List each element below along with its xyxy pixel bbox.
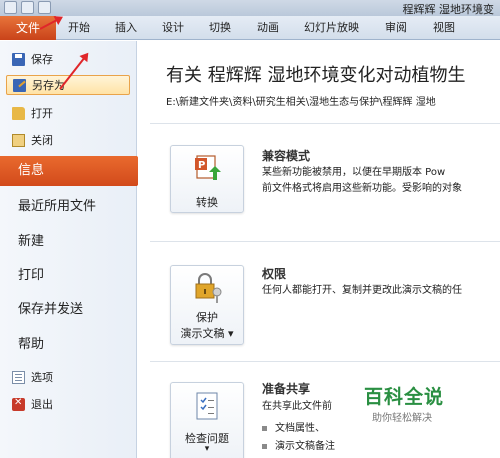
ribbon-tab-bar: 文件 开始 插入 设计 切换 动画 幻灯片放映 审阅 视图 — [0, 16, 500, 40]
nav-tab-print[interactable]: 打印 — [0, 261, 137, 291]
list-item: 文档属性、 — [262, 419, 325, 434]
save-icon — [12, 52, 25, 66]
bullet-icon — [262, 443, 267, 449]
window-title: 程辉辉 湿地环境变 — [402, 3, 495, 16]
tab-review[interactable]: 审阅 — [385, 16, 407, 40]
divider — [150, 241, 500, 242]
open-folder-icon — [12, 106, 25, 120]
nav-tab-help[interactable]: 帮助 — [0, 330, 137, 360]
close-command[interactable]: 关闭 — [6, 130, 130, 150]
document-path: E:\新建文件夹\资料\研究生相关\湿地生态与保护\程辉辉 湿地 — [166, 97, 436, 108]
save-icon[interactable] — [4, 1, 17, 14]
tab-animations[interactable]: 动画 — [257, 16, 279, 40]
save-command[interactable]: 保存 — [6, 49, 130, 69]
open-command[interactable]: 打开 — [6, 103, 130, 123]
tab-design[interactable]: 设计 — [162, 16, 184, 40]
exit-command[interactable]: 退出 — [6, 394, 130, 414]
title-bar: 程辉辉 湿地环境变 — [0, 0, 500, 16]
tab-insert[interactable]: 插入 — [115, 16, 137, 40]
close-document-icon — [12, 133, 25, 147]
watermark-title: 百科全说 — [364, 386, 445, 408]
exit-icon — [12, 397, 25, 411]
options-icon — [12, 370, 25, 384]
divider — [150, 361, 500, 362]
nav-tab-recent[interactable]: 最近所用文件 — [0, 192, 137, 222]
permissions-heading: 权限 — [262, 267, 287, 281]
prepare-sharing-text: 在共享此文件前 — [262, 401, 332, 412]
watermark-subtitle: 助你轻松解决 — [372, 413, 432, 424]
convert-button[interactable]: P 转换 — [170, 145, 244, 213]
compatibility-heading: 兼容模式 — [262, 149, 311, 163]
quick-access-toolbar — [4, 1, 51, 14]
backstage-nav: 保存 另存为 打开 关闭 信息 最近所用文件 新建 打印 保存并发送 帮助 选项… — [0, 41, 149, 458]
check-for-issues-button[interactable]: 检查问题 ▾ — [170, 382, 244, 458]
permissions-text: 任何人都能打开、复制并更改此演示文稿的任 — [262, 285, 462, 296]
bullet-icon — [262, 425, 267, 431]
checklist-icon — [196, 392, 218, 420]
compatibility-text-2: 前文件格式将启用这些新功能。受影响的对象 — [262, 183, 462, 194]
divider — [150, 123, 500, 124]
compatibility-text-1: 某些新功能被禁用，以便在早期版本 Pow — [262, 167, 446, 178]
nav-tab-info[interactable]: 信息 — [0, 156, 149, 186]
save-as-icon — [13, 78, 26, 92]
prepare-sharing-heading: 准备共享 — [262, 382, 311, 396]
list-item: 演示文稿备注 — [262, 437, 335, 452]
document-title: 有关 程辉辉 湿地环境变化对动植物生 — [166, 65, 466, 86]
lock-key-icon — [195, 273, 222, 303]
nav-tab-new[interactable]: 新建 — [0, 227, 137, 257]
svg-text:P: P — [198, 160, 205, 171]
redo-icon[interactable] — [38, 1, 51, 14]
nav-tab-save-send[interactable]: 保存并发送 — [0, 295, 137, 325]
tab-file[interactable]: 文件 — [0, 16, 56, 40]
watermark: 百科全说 助你轻松解决 — [364, 382, 474, 424]
tab-slideshow[interactable]: 幻灯片放映 — [304, 16, 359, 40]
options-command[interactable]: 选项 — [6, 367, 130, 387]
tab-transitions[interactable]: 切换 — [209, 16, 231, 40]
tab-home[interactable]: 开始 — [68, 16, 90, 40]
convert-icon: P — [195, 155, 221, 180]
tab-view[interactable]: 视图 — [433, 16, 455, 40]
undo-icon[interactable] — [21, 1, 34, 14]
protect-presentation-button[interactable]: 保护 演示文稿 ▾ — [170, 265, 244, 345]
